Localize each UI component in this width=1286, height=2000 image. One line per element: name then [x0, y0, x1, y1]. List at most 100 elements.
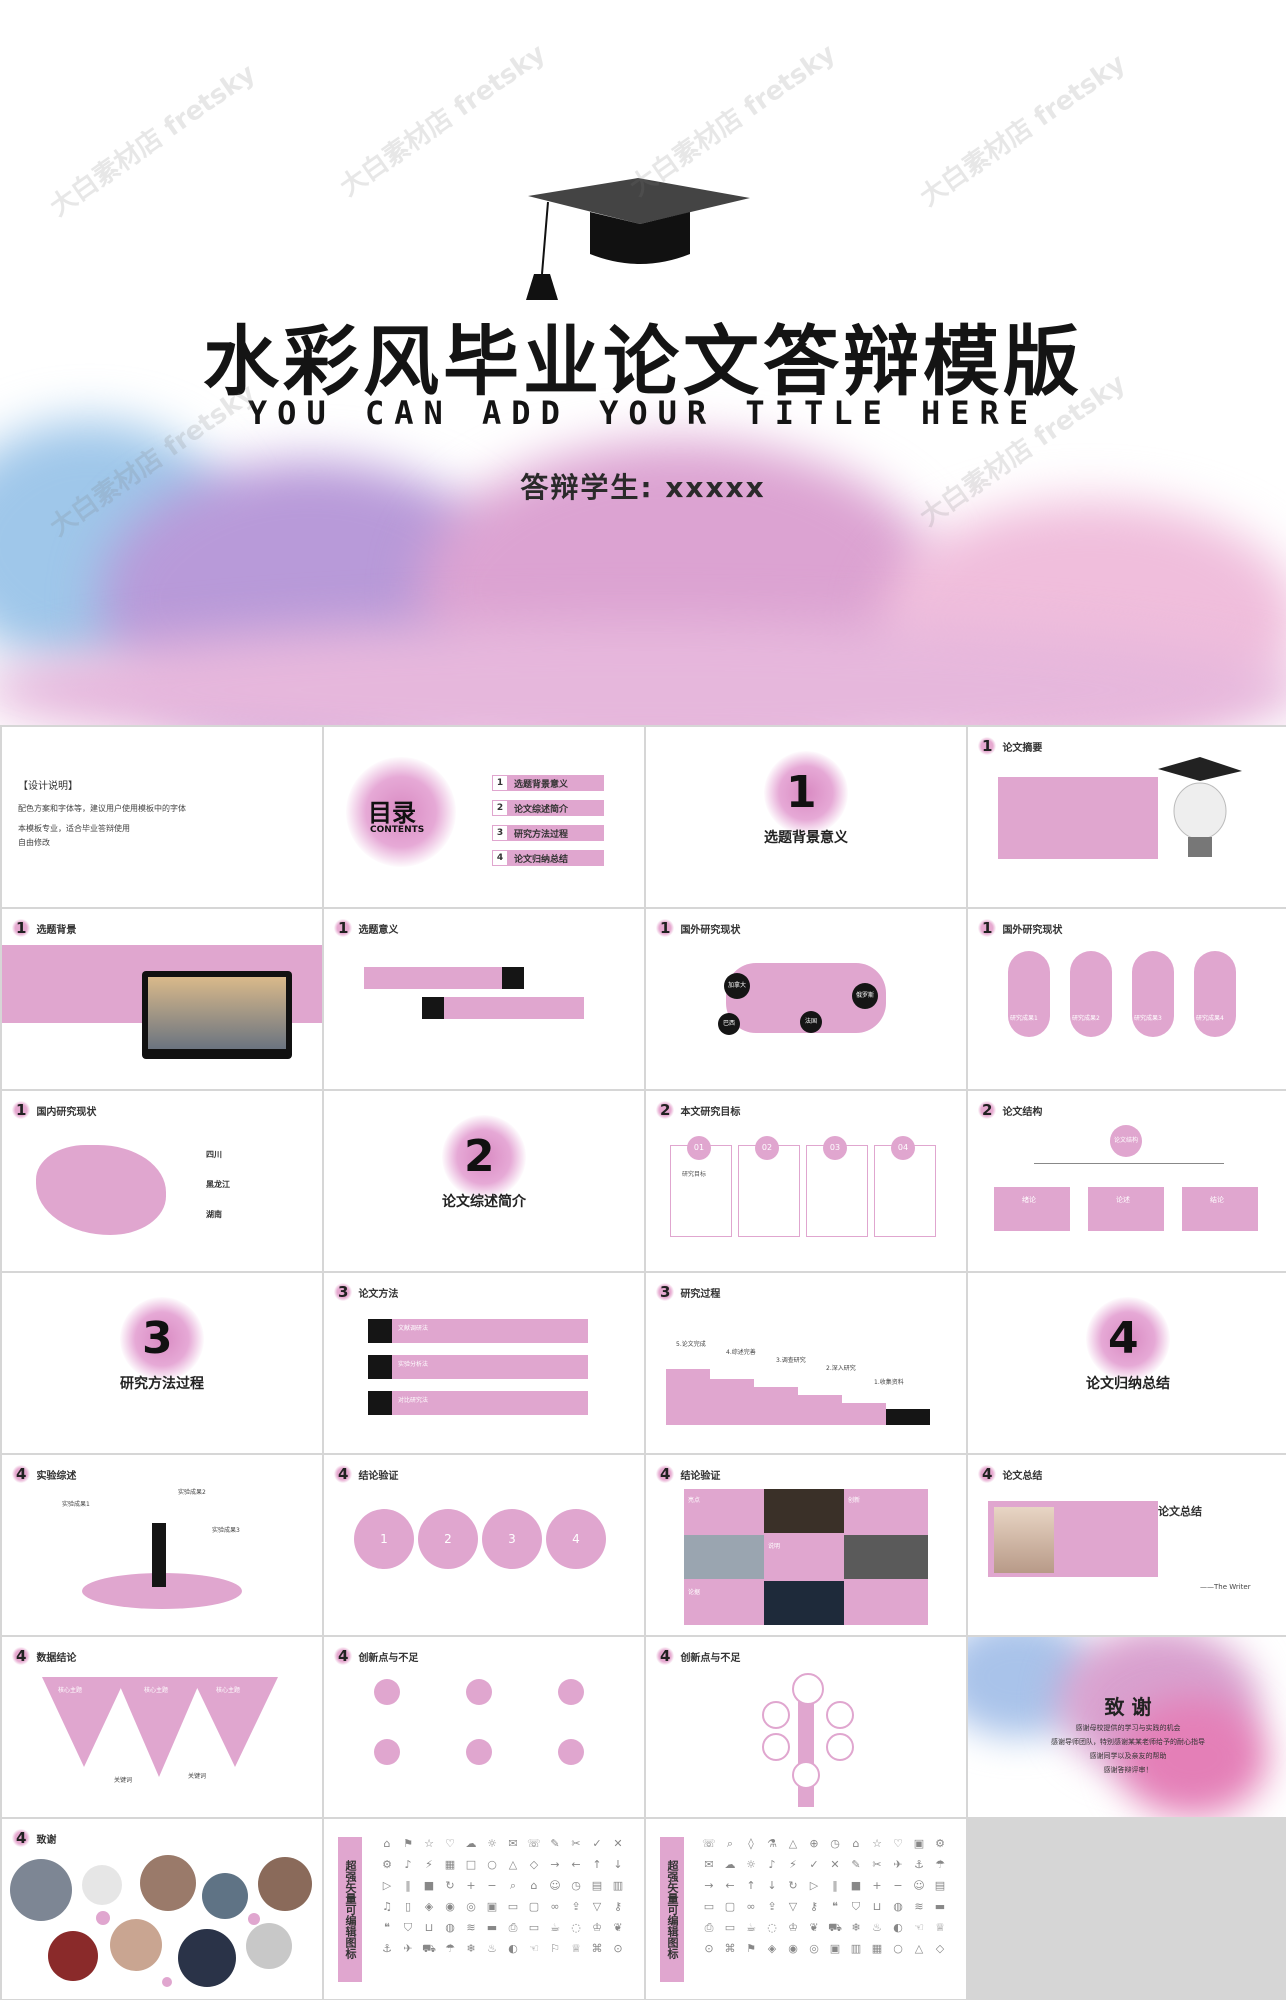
slide-verification-photos[interactable]: 4 结论验证 亮点 创新 说明 论据 — [646, 1455, 966, 1635]
plus-icon[interactable]: + — [868, 1877, 886, 1895]
file-icon[interactable]: ▢ — [721, 1898, 739, 1916]
monitor-icon[interactable]: ▭ — [721, 1919, 739, 1937]
toc-item[interactable]: 4 论文归纳总结 — [492, 850, 604, 866]
slide-intl-research-cards[interactable]: 1 国外研究现状 研究成果1 研究成果2 研究成果3 研究成果4 — [968, 909, 1286, 1089]
film-icon[interactable]: ▣ — [826, 1940, 844, 1958]
plane-icon[interactable]: ✈ — [399, 1940, 417, 1958]
arrow-down-icon[interactable]: ↓ — [763, 1877, 781, 1895]
slide-toc[interactable]: 目录 CONTENTS 1 选题背景意义 2 论文综述简介 3 研究方法过程 4 论文归… — [324, 727, 644, 907]
cup-icon[interactable]: ☕ — [546, 1919, 564, 1937]
refresh-icon[interactable]: ↻ — [784, 1877, 802, 1895]
toc-item[interactable]: 3 研究方法过程 — [492, 825, 604, 841]
arrow-right-icon[interactable]: → — [700, 1877, 718, 1895]
arrow-right-icon[interactable]: → — [546, 1856, 564, 1874]
scissors-icon[interactable]: ✂ — [567, 1835, 585, 1853]
slide-intl-research-map[interactable]: 1 国外研究现状 加拿大 俄罗斯 巴西 法国 — [646, 909, 966, 1089]
slide-section-3[interactable]: 3 研究方法过程 — [2, 1273, 322, 1453]
toc-item[interactable]: 1 选题背景意义 — [492, 775, 604, 791]
folder-icon[interactable]: ▭ — [504, 1898, 522, 1916]
shield-icon[interactable]: ⛉ — [847, 1898, 865, 1916]
heart-icon[interactable]: ♡ — [889, 1835, 907, 1853]
home-icon[interactable]: ⌂ — [525, 1877, 543, 1895]
trash-icon[interactable]: ▽ — [784, 1898, 802, 1916]
pin-icon[interactable]: ◉ — [784, 1940, 802, 1958]
arrow-left-icon[interactable]: ← — [567, 1856, 585, 1874]
pencil-icon[interactable]: ✎ — [546, 1835, 564, 1853]
grid-icon[interactable]: ▦ — [441, 1856, 459, 1874]
key-icon[interactable]: ⚷ — [805, 1898, 823, 1916]
cup-icon[interactable]: ☕ — [742, 1919, 760, 1937]
calendar-icon[interactable]: ▤ — [588, 1877, 606, 1895]
tag-icon[interactable]: ◈ — [763, 1940, 781, 1958]
cart-icon[interactable]: ⊔ — [420, 1919, 438, 1937]
circle-icon[interactable]: ○ — [889, 1940, 907, 1958]
gear-icon[interactable]: ⚙ — [378, 1856, 396, 1874]
scissors-icon[interactable]: ✂ — [868, 1856, 886, 1874]
bulb-icon[interactable]: ◌ — [763, 1919, 781, 1937]
slide-design-note[interactable]: 【设计说明】 配色方案和字体等，建议用户使用模板中的字体 本模板专业，适合毕业答… — [2, 727, 322, 907]
flag2-icon[interactable]: ⚐ — [546, 1940, 564, 1958]
slide-data-conclusion[interactable]: 4 数据结论 核心主题 核心主题 核心主题 关键词 关键词 — [2, 1637, 322, 1817]
slide-background[interactable]: 1 选题背景 — [2, 909, 322, 1089]
slide-process[interactable]: 3 研究过程 5.论文完成 4.综述完善 3.调查研究 2.深入研究 1.收集资料 — [646, 1273, 966, 1453]
sun-icon[interactable]: ☼ — [742, 1856, 760, 1874]
pencil-icon[interactable]: ✎ — [847, 1856, 865, 1874]
slide-thanks-collage[interactable]: 4 致谢 — [2, 1819, 322, 1999]
triangle-icon[interactable]: △ — [504, 1856, 522, 1874]
clock-icon[interactable]: ◷ — [567, 1877, 585, 1895]
print-icon[interactable]: ⎙ — [700, 1919, 718, 1937]
slide-thanks-cover[interactable]: 致 谢 感谢母校提供的学习与实践的机会 感谢导师团队，特别感谢某某老师给予的耐心… — [968, 1637, 1286, 1817]
bell-icon[interactable]: △ — [784, 1835, 802, 1853]
trophy-icon[interactable]: ♔ — [588, 1919, 606, 1937]
umbrella-icon[interactable]: ☂ — [931, 1856, 949, 1874]
car-icon[interactable]: ⛟ — [420, 1940, 438, 1958]
anchor-icon[interactable]: ⚓ — [378, 1940, 396, 1958]
plane-icon[interactable]: ✈ — [889, 1856, 907, 1874]
check-icon[interactable]: ✓ — [805, 1856, 823, 1874]
slide-methods[interactable]: 3 论文方法 文献调研法 实验分析法 对比研究法 — [324, 1273, 644, 1453]
leaf-icon[interactable]: ❦ — [805, 1919, 823, 1937]
target-icon[interactable]: ⊙ — [700, 1940, 718, 1958]
globe-icon[interactable]: ◍ — [889, 1898, 907, 1916]
zoom-icon[interactable]: ⊕ — [805, 1835, 823, 1853]
music-icon[interactable]: ♪ — [399, 1856, 417, 1874]
wifi-icon[interactable]: ≋ — [910, 1898, 928, 1916]
share-icon[interactable]: ⇪ — [567, 1898, 585, 1916]
slide-innovation-tree[interactable]: 4 创新点与不足 — [646, 1637, 966, 1817]
bolt-icon[interactable]: ⚡ — [420, 1856, 438, 1874]
monitor-icon[interactable]: ▭ — [525, 1919, 543, 1937]
user-icon[interactable]: ☺ — [546, 1877, 564, 1895]
refresh-icon[interactable]: ↻ — [441, 1877, 459, 1895]
arrow-down-icon[interactable]: ↓ — [609, 1856, 627, 1874]
key-icon[interactable]: ⚷ — [609, 1898, 627, 1916]
car-icon[interactable]: ⛟ — [826, 1919, 844, 1937]
anchor-icon[interactable]: ⚓ — [910, 1856, 928, 1874]
diamond-icon[interactable]: ◇ — [931, 1940, 949, 1958]
print-icon[interactable]: ⎙ — [504, 1919, 522, 1937]
bulb-icon[interactable]: ◌ — [567, 1919, 585, 1937]
play-icon[interactable]: ▷ — [805, 1877, 823, 1895]
chart-icon[interactable]: ▥ — [847, 1940, 865, 1958]
star-icon[interactable]: ☆ — [420, 1835, 438, 1853]
umbrella-icon[interactable]: ☂ — [441, 1940, 459, 1958]
crown-icon[interactable]: ♕ — [567, 1940, 585, 1958]
mail-icon[interactable]: ✉ — [504, 1835, 522, 1853]
stop-icon[interactable]: ■ — [847, 1877, 865, 1895]
target-icon[interactable]: ⊙ — [609, 1940, 627, 1958]
share-icon[interactable]: ⇪ — [763, 1898, 781, 1916]
hand-icon[interactable]: ☜ — [910, 1919, 928, 1937]
crown-icon[interactable]: ♕ — [931, 1919, 949, 1937]
lock-icon[interactable]: ⌂ — [378, 1835, 396, 1853]
grid-icon[interactable]: ▦ — [868, 1940, 886, 1958]
slide-section-2[interactable]: 2 论文综述简介 — [324, 1091, 644, 1271]
slide-significance[interactable]: 1 选题意义 — [324, 909, 644, 1089]
chart-icon[interactable]: ▥ — [609, 1877, 627, 1895]
close-icon[interactable]: ✕ — [826, 1856, 844, 1874]
snow-icon[interactable]: ❄ — [847, 1919, 865, 1937]
clock-icon[interactable]: ◷ — [826, 1835, 844, 1853]
cart-icon[interactable]: ⊔ — [868, 1898, 886, 1916]
arrow-left-icon[interactable]: ← — [721, 1877, 739, 1895]
flag-icon[interactable]: ⚑ — [399, 1835, 417, 1853]
pause-icon[interactable]: ‖ — [399, 1877, 417, 1895]
search-icon[interactable]: ⌕ — [721, 1835, 739, 1853]
